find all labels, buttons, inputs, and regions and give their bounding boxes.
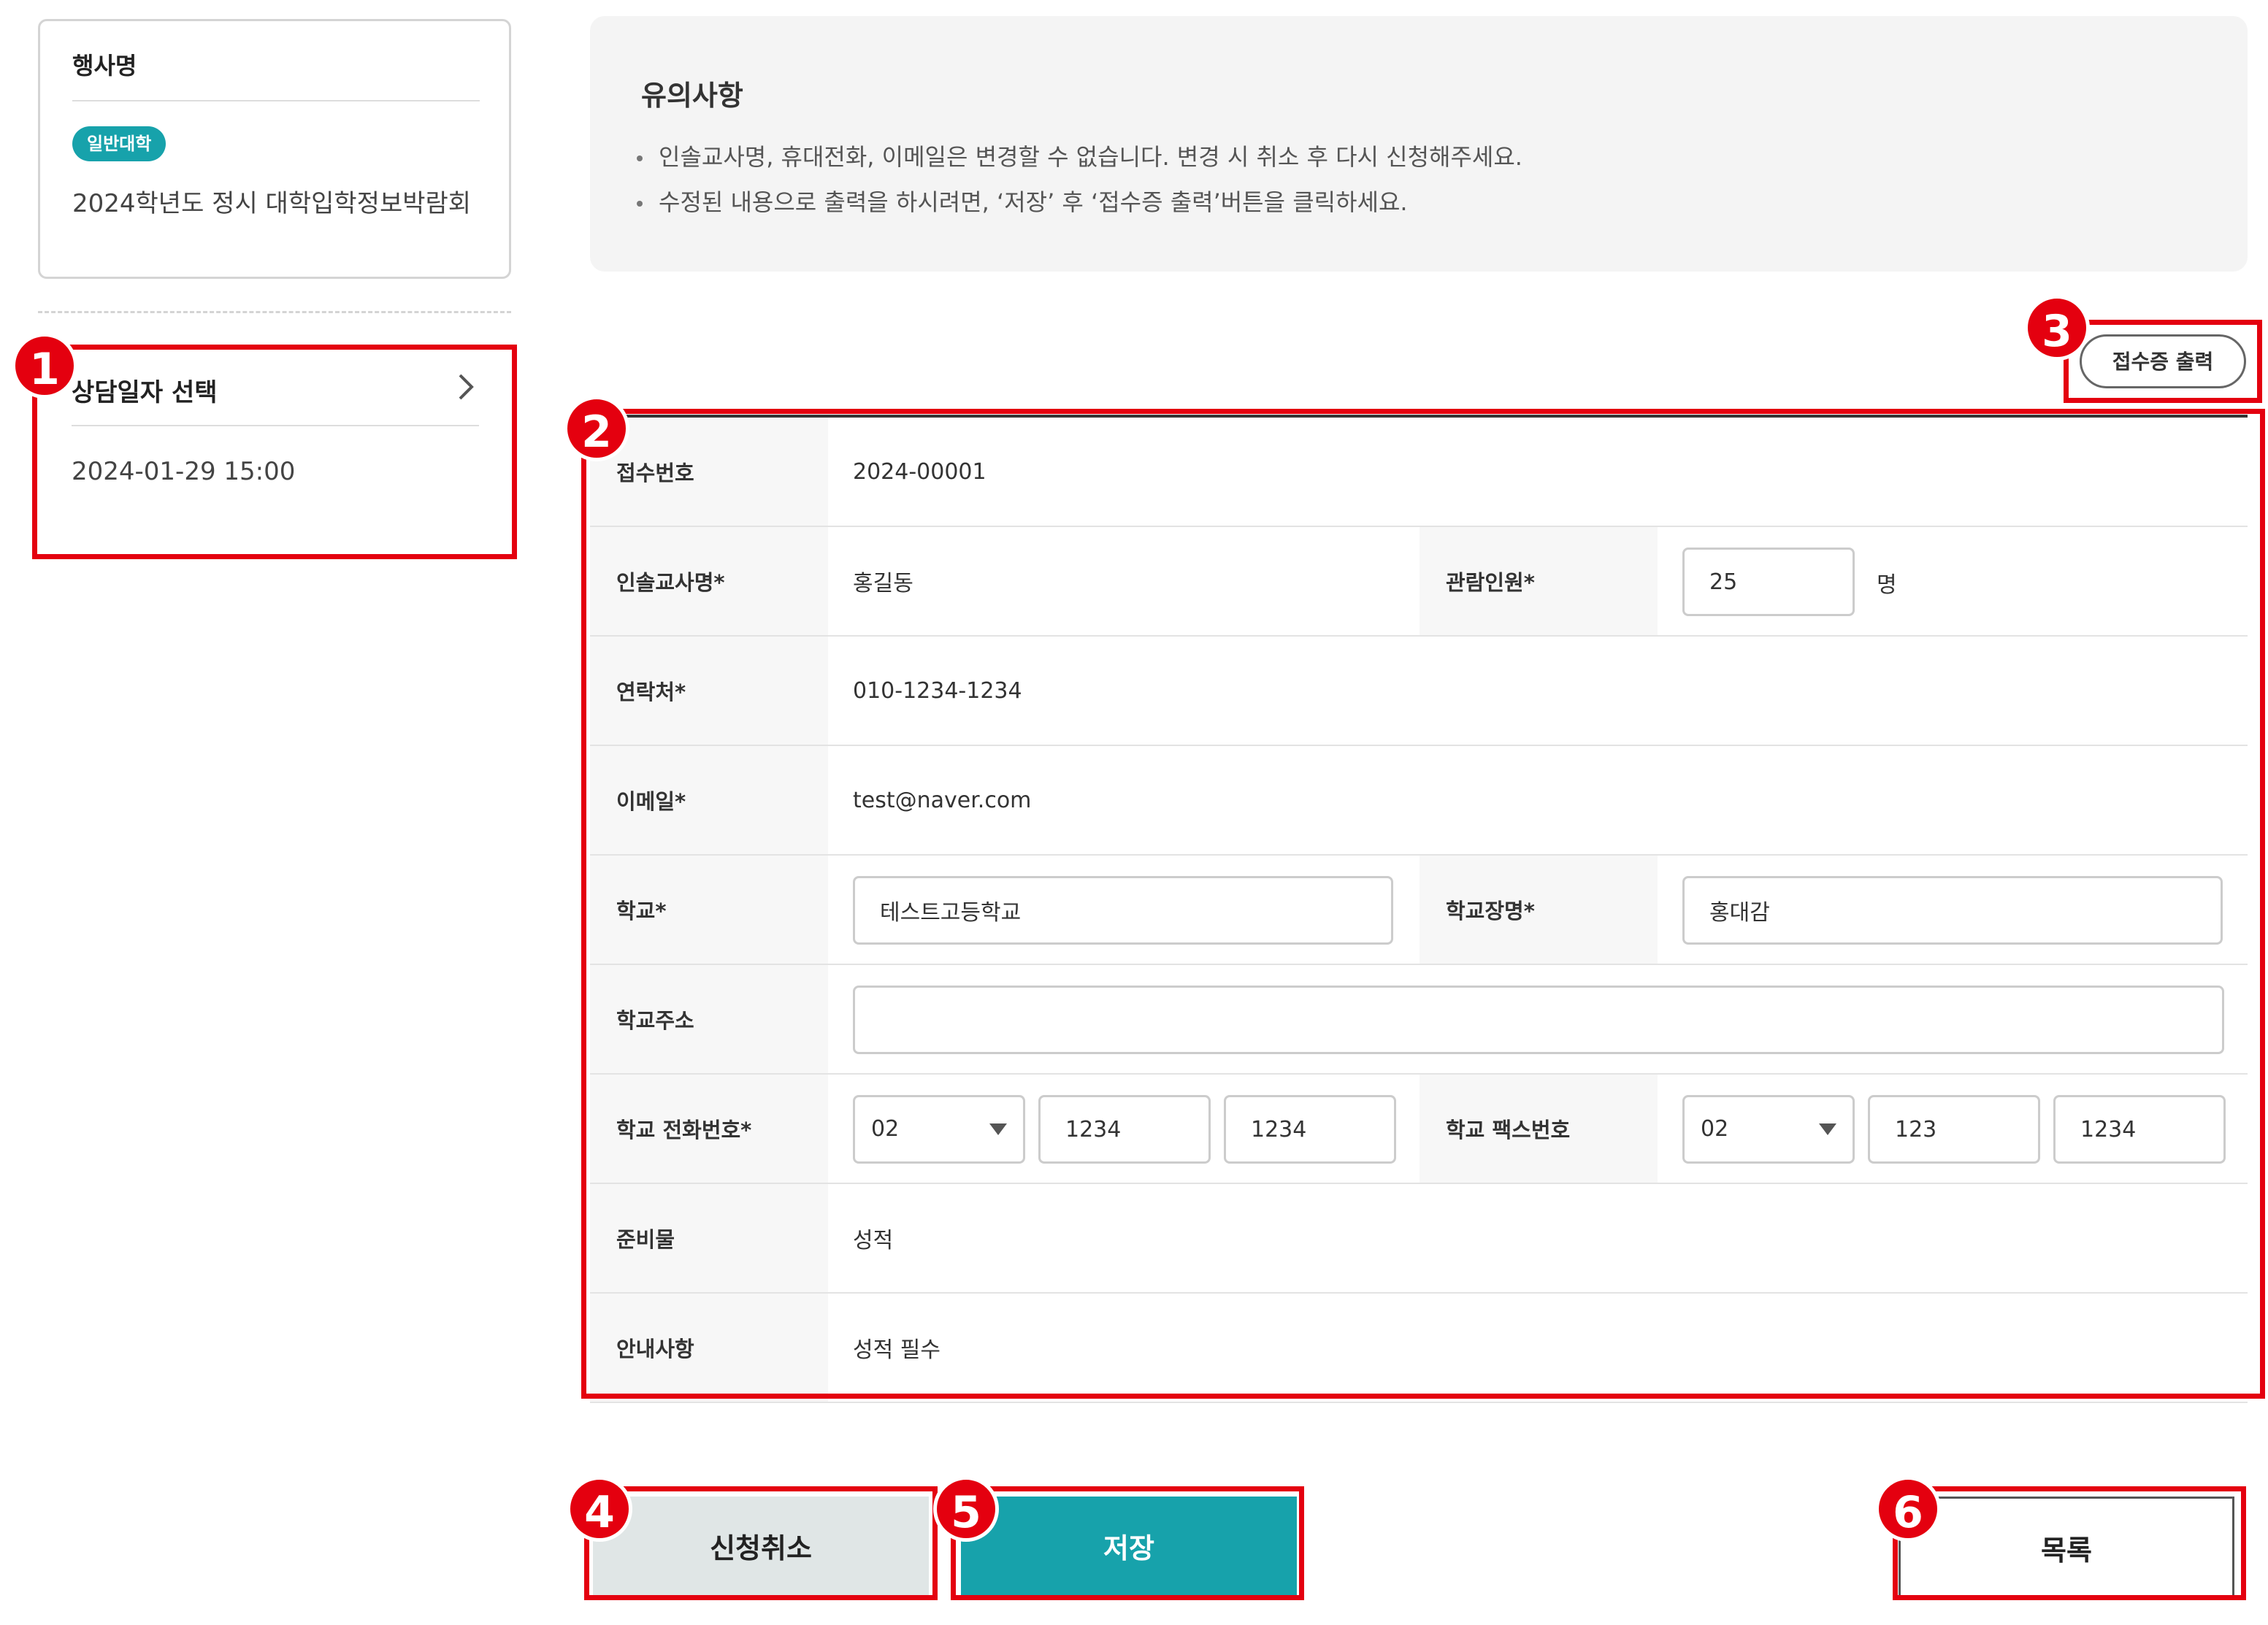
- field-label: 학교 팩스번호: [1420, 1075, 1658, 1183]
- annotation-marker-5: 5: [933, 1476, 999, 1542]
- form-row-teacher: 인솔교사명* 홍길동 관람인원* 명: [590, 527, 2248, 637]
- fax-mid-input[interactable]: [1868, 1095, 2040, 1164]
- notice-text: 인솔교사명, 휴대전화, 이메일은 변경할 수 없습니다. 변경 시 취소 후 …: [659, 143, 1522, 171]
- schedule-select[interactable]: 상담일자 선택 2024-01-29 15:00: [38, 350, 511, 555]
- field-label: 준비물: [590, 1184, 828, 1292]
- school-input[interactable]: [853, 876, 1393, 945]
- divider: [72, 100, 480, 101]
- receipt-number: 2024-00001: [853, 458, 986, 485]
- form-row-address: 학교주소: [590, 965, 2248, 1075]
- fax-area-select[interactable]: 02: [1682, 1095, 1855, 1164]
- principal-input[interactable]: [1682, 876, 2223, 945]
- form-row-phone: 학교 전화번호* 02 학교 팩스번호 02: [590, 1075, 2248, 1184]
- field-label: 연락처*: [590, 637, 828, 745]
- address-input[interactable]: [853, 986, 2224, 1054]
- form-row-materials: 준비물 성적: [590, 1184, 2248, 1294]
- form-row-email: 이메일* test@naver.com: [590, 746, 2248, 856]
- annotation-marker-4: 4: [567, 1476, 632, 1542]
- field-label: 학교 전화번호*: [590, 1075, 828, 1183]
- list-button[interactable]: 목록: [1899, 1497, 2234, 1599]
- chevron-right-icon[interactable]: [451, 369, 480, 404]
- bullet-icon: [637, 155, 643, 161]
- notice-title: 유의사항: [641, 80, 743, 112]
- field-label: 학교주소: [590, 965, 828, 1073]
- event-category-badge: 일반대학: [72, 126, 166, 161]
- print-receipt-button[interactable]: 접수증 출력: [2080, 334, 2246, 388]
- field-label: 학교장명*: [1420, 856, 1658, 964]
- field-label: 인솔교사명*: [590, 527, 828, 635]
- schedule-label: 상담일자 선택: [72, 378, 218, 407]
- schedule-value: 2024-01-29 15:00: [72, 457, 296, 486]
- application-form: 접수번호 2024-00001 인솔교사명* 홍길동 관람인원* 명 연락처* …: [590, 415, 2248, 1403]
- field-label: 관람인원*: [1420, 527, 1658, 635]
- caret-down-icon: [989, 1123, 1007, 1135]
- notice-item: 인솔교사명, 휴대전화, 이메일은 변경할 수 없습니다. 변경 시 취소 후 …: [637, 139, 1522, 172]
- caret-down-icon: [1819, 1123, 1836, 1135]
- field-label: 학교*: [590, 856, 828, 964]
- sidebar-divider: [38, 311, 511, 313]
- annotation-marker-6: 6: [1875, 1476, 1941, 1542]
- materials-value: 성적: [853, 1228, 894, 1253]
- form-row-receipt: 접수번호 2024-00001: [590, 418, 2248, 527]
- annotation-marker-3: 3: [2024, 295, 2090, 361]
- phone-area-select[interactable]: 02: [853, 1095, 1025, 1164]
- phone-last-input[interactable]: [1224, 1095, 1396, 1164]
- annotation-marker-2: 2: [564, 396, 629, 461]
- event-card: 행사명 일반대학 2024학년도 정시 대학입학정보박람회: [38, 19, 511, 279]
- visitors-input[interactable]: [1682, 548, 1855, 616]
- event-title: 행사명: [72, 52, 137, 80]
- notice-text: 수정된 내용으로 출력을 하시려면, ‘저장’ 후 ‘접수증 출력’버튼을 클릭…: [659, 188, 1408, 216]
- visitors-unit: 명: [1877, 572, 1897, 598]
- annotation-marker-1: 1: [12, 333, 77, 399]
- select-value: 02: [871, 1116, 900, 1142]
- event-name: 2024학년도 정시 대학입학정보박람회: [72, 189, 472, 218]
- field-label: 안내사항: [590, 1294, 828, 1402]
- form-row-guide: 안내사항 성적 필수: [590, 1294, 2248, 1403]
- select-value: 02: [1701, 1116, 1729, 1142]
- notice-item: 수정된 내용으로 출력을 하시려면, ‘저장’ 후 ‘접수증 출력’버튼을 클릭…: [637, 184, 1408, 218]
- form-row-school: 학교* 학교장명*: [590, 856, 2248, 965]
- cancel-application-button[interactable]: 신청취소: [593, 1497, 929, 1599]
- fax-last-input[interactable]: [2053, 1095, 2226, 1164]
- email-value: test@naver.com: [853, 787, 1032, 813]
- save-button[interactable]: 저장: [961, 1497, 1297, 1599]
- contact-number: 010-1234-1234: [853, 677, 1022, 704]
- teacher-name: 홍길동: [853, 571, 913, 596]
- guide-value: 성적 필수: [853, 1337, 940, 1363]
- divider: [72, 425, 479, 426]
- field-label: 이메일*: [590, 746, 828, 854]
- notice-box: 유의사항 인솔교사명, 휴대전화, 이메일은 변경할 수 없습니다. 변경 시 …: [590, 16, 2248, 272]
- bullet-icon: [637, 201, 643, 207]
- form-row-contact: 연락처* 010-1234-1234: [590, 637, 2248, 746]
- phone-mid-input[interactable]: [1038, 1095, 1211, 1164]
